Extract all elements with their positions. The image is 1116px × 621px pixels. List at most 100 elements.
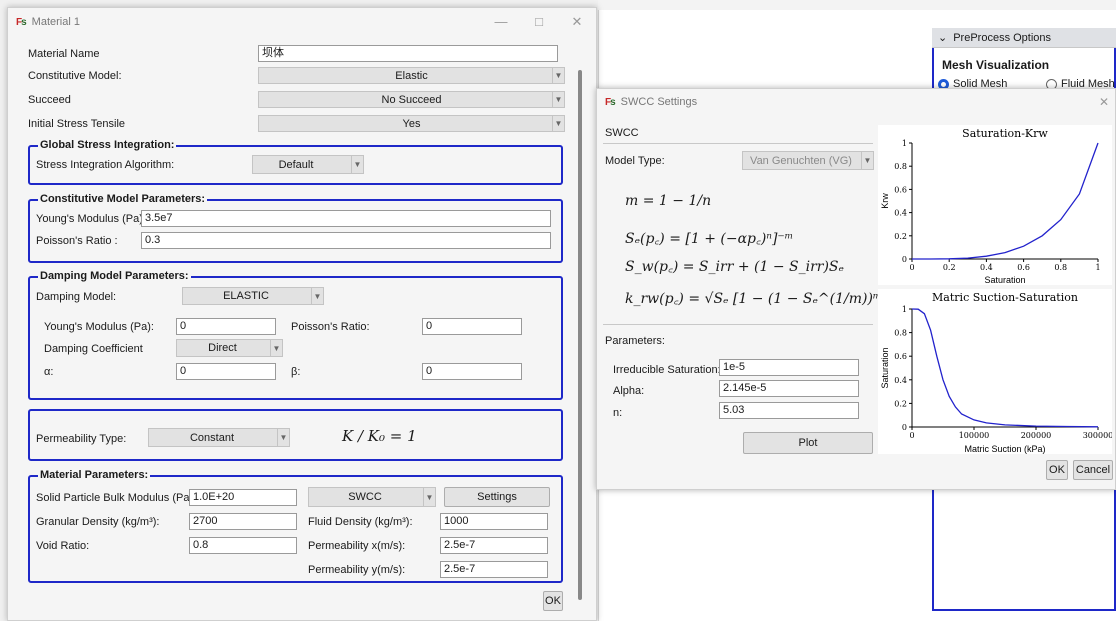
succeed-select[interactable]: No Succeed ▼	[258, 91, 565, 108]
youngs-modulus-input[interactable]: 3.5e7	[141, 210, 551, 227]
dropdown-arrow-icon: ▼	[277, 429, 289, 446]
chevron-down-icon: ⌄	[938, 32, 948, 44]
void-ratio-input[interactable]: 0.8	[189, 537, 297, 554]
beta-label: β:	[291, 366, 301, 378]
alpha-label: Alpha:	[613, 385, 645, 397]
bulk-modulus-label: Solid Particle Bulk Modulus (Pa):	[36, 492, 197, 504]
permeability-type-select[interactable]: Constant ▼	[148, 428, 290, 447]
fluid-density-input[interactable]: 1000	[440, 513, 548, 530]
damping-poisson-label: Poisson's Ratio:	[291, 321, 370, 333]
plot-button[interactable]: Plot	[743, 432, 873, 454]
equation-krw: k_rw(p꜀) = √Sₑ [1 − (1 − Sₑ^(1/m))ᵐ]²	[625, 291, 893, 307]
constitutive-params-title: Constitutive Model Parameters:	[38, 193, 208, 205]
parameters-label: Parameters:	[605, 335, 665, 347]
y-tick-label: 0.6	[894, 352, 907, 361]
dropdown-arrow-icon: ▼	[311, 288, 323, 304]
x-tick-label: 300000	[1083, 431, 1112, 440]
series-line	[912, 142, 1099, 260]
preprocess-header-label: PreProcess Options	[953, 31, 1052, 44]
irr-saturation-label: Irreducible Saturation:	[613, 364, 721, 376]
app-logo-icon: Fs	[605, 96, 616, 108]
mesh-visualization-title: Mesh Visualization	[942, 58, 1050, 72]
settings-button[interactable]: Settings	[444, 487, 550, 507]
background-toolbar-strip	[598, 0, 1116, 10]
chart-title: Saturation-Krw	[962, 127, 1048, 140]
damping-title: Damping Model Parameters:	[38, 270, 191, 282]
x-tick-label: 0.2	[943, 263, 956, 272]
equation-sw: S_w(p꜀) = S_irr + (1 − S_irr)Sₑ	[625, 259, 844, 275]
alpha-label: α:	[44, 366, 54, 378]
dropdown-arrow-icon: ▼	[351, 156, 363, 173]
x-tick-label: 0.6	[1017, 263, 1030, 272]
swcc-section-label: SWCC	[605, 127, 639, 139]
global-stress-title: Global Stress Integration:	[38, 139, 177, 151]
vertical-scrollbar[interactable]	[578, 70, 582, 600]
material-ok-button[interactable]: OK	[543, 591, 563, 611]
y-tick-label: 0.2	[894, 232, 907, 241]
fluid-density-label: Fluid Density (kg/m³):	[308, 516, 413, 528]
damping-model-select[interactable]: ELASTIC ▼	[182, 287, 324, 305]
swcc-select[interactable]: SWCC ▼	[308, 487, 436, 507]
alpha-input[interactable]: 2.145e-5	[719, 380, 859, 397]
swcc-window-title: SWCC Settings	[620, 96, 698, 108]
bulk-modulus-input[interactable]: 1.0E+20	[189, 489, 297, 506]
y-tick-label: 0	[902, 255, 907, 264]
x-tick-label: 0	[909, 431, 914, 440]
x-axis-label: Saturation	[984, 275, 1025, 285]
y-axis-label: Krw	[880, 193, 890, 209]
maximize-button[interactable]: □	[520, 8, 558, 36]
stress-algo-label: Stress Integration Algorithm:	[36, 159, 175, 171]
stress-algo-select[interactable]: Default ▼	[252, 155, 364, 174]
permeability-formula: K / K₀ = 1	[342, 427, 417, 445]
x-tick-label: 0	[909, 263, 914, 272]
chart-title: Matric Suction-Saturation	[932, 291, 1078, 304]
n-input[interactable]: 5.03	[719, 402, 859, 419]
y-tick-label: 0	[902, 423, 907, 432]
suction-chart-box: Matric Suction-Saturation 0 0.2 0.4 0.6 0.8 1 0…	[878, 289, 1113, 454]
granular-density-input[interactable]: 2700	[189, 513, 297, 530]
y-tick-label: 0.8	[894, 162, 907, 171]
swcc-ok-button[interactable]: OK	[1046, 460, 1068, 480]
y-tick-label: 1	[902, 305, 907, 314]
initial-stress-select[interactable]: Yes ▼	[258, 115, 565, 132]
damping-coeff-select[interactable]: Direct ▼	[176, 339, 283, 357]
poissons-ratio-input[interactable]: 0.3	[141, 232, 551, 249]
damping-youngs-input[interactable]: 0	[176, 318, 276, 335]
x-axis-label: Matric Suction (kPa)	[964, 444, 1045, 454]
irr-saturation-input[interactable]: 1e-5	[719, 359, 859, 376]
material-name-input[interactable]: 坝体	[258, 45, 558, 62]
damping-poisson-input[interactable]: 0	[422, 318, 522, 335]
permeability-y-input[interactable]: 2.5e-7	[440, 561, 548, 578]
constitutive-model-select[interactable]: Elastic ▼	[258, 67, 565, 84]
initial-stress-label: Initial Stress Tensile	[28, 118, 126, 130]
swcc-close-button[interactable]: ✕	[1099, 95, 1109, 109]
dropdown-arrow-icon: ▼	[423, 488, 435, 506]
y-tick-label: 0.4	[894, 209, 907, 218]
close-button[interactable]: ✕	[558, 8, 596, 36]
dropdown-arrow-icon: ▼	[552, 92, 564, 107]
alpha-input[interactable]: 0	[176, 363, 276, 380]
preprocess-header[interactable]: ⌄ PreProcess Options	[932, 28, 1116, 48]
divider	[603, 324, 873, 325]
x-tick-label: 100000	[959, 431, 990, 440]
divider	[603, 143, 873, 144]
material-params-title: Material Parameters:	[38, 469, 151, 481]
damping-coeff-label: Damping Coefficient	[44, 343, 143, 355]
x-tick-label: 1	[1095, 263, 1100, 272]
y-tick-label: 0.2	[894, 399, 907, 408]
damping-model-label: Damping Model:	[36, 291, 117, 303]
minimize-button[interactable]: —	[482, 8, 520, 36]
model-type-select[interactable]: Van Genuchten (VG) ▼	[742, 151, 874, 170]
dropdown-arrow-icon: ▼	[861, 152, 873, 169]
permeability-type-label: Permeability Type:	[36, 433, 127, 445]
permeability-x-input[interactable]: 2.5e-7	[440, 537, 548, 554]
y-tick-label: 0.6	[894, 185, 907, 194]
swcc-titlebar: Fs SWCC Settings	[597, 89, 1115, 115]
beta-input[interactable]: 0	[422, 363, 522, 380]
dropdown-arrow-icon: ▼	[552, 116, 564, 131]
constitutive-model-label: Constitutive Model:	[28, 70, 122, 82]
permeability-x-label: Permeability x(m/s):	[308, 540, 406, 552]
dropdown-arrow-icon: ▼	[270, 340, 282, 356]
poissons-ratio-label: Poisson's Ratio :	[36, 235, 118, 247]
swcc-cancel-button[interactable]: Cancel	[1073, 460, 1113, 480]
